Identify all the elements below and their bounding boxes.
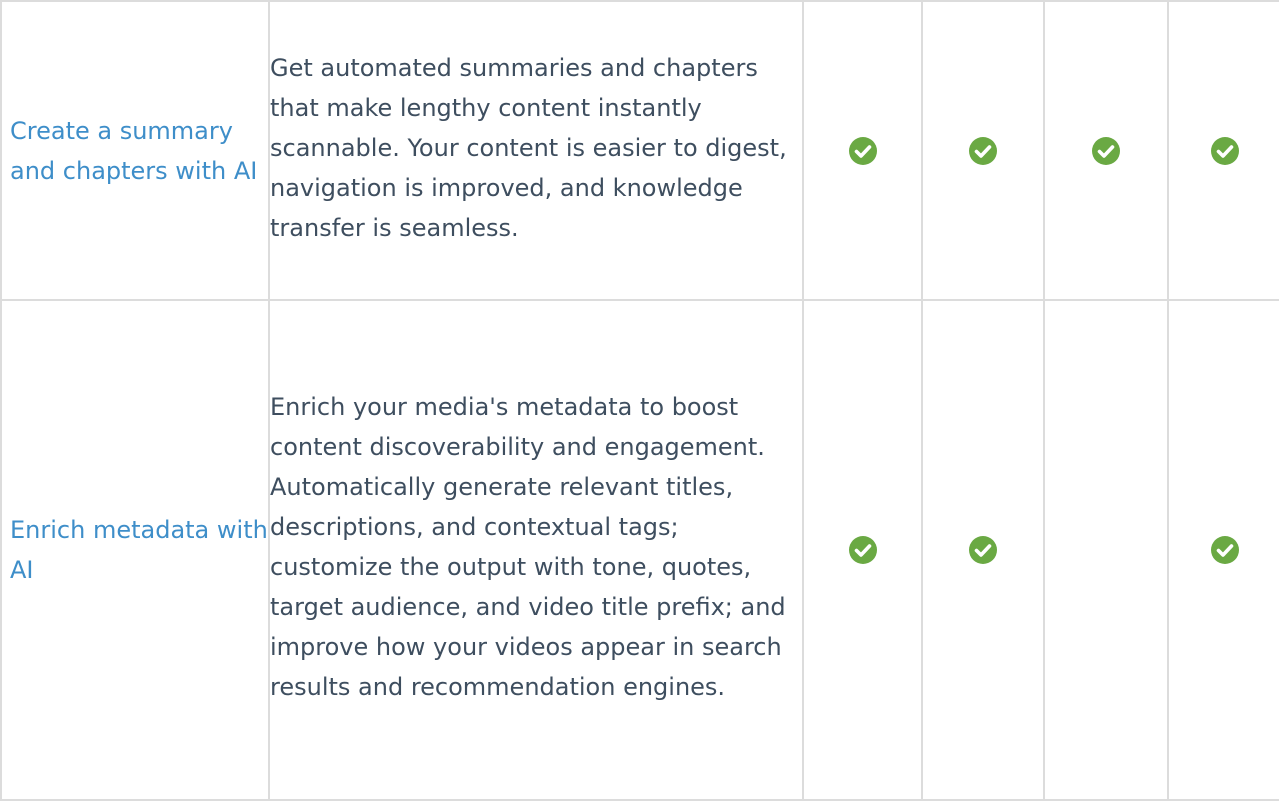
feature-cell: Enrich metadata with AI xyxy=(0,299,270,801)
check-circle-icon xyxy=(969,536,997,564)
table-row: Enrich metadata with AI Enrich your medi… xyxy=(0,299,1279,801)
check-circle-icon xyxy=(1210,136,1239,165)
table-row: Create a summary and chapters with AI Ge… xyxy=(0,0,1279,301)
check-circle-icon xyxy=(848,136,877,165)
feature-cell: Create a summary and chapters with AI xyxy=(0,0,270,301)
check-circle-icon xyxy=(969,136,997,165)
description-cell: Enrich your media's metadata to boost co… xyxy=(268,299,804,801)
description-cell: Get automated summaries and chapters tha… xyxy=(268,0,804,301)
check-circle-icon xyxy=(1210,536,1239,564)
feature-link-summary-chapters[interactable]: Create a summary and chapters with AI xyxy=(10,117,257,185)
feature-description: Get automated summaries and chapters tha… xyxy=(270,53,787,242)
feature-link-enrich-metadata[interactable]: Enrich metadata with AI xyxy=(10,516,268,584)
plan-cell-1 xyxy=(802,0,923,301)
plan-cell-2 xyxy=(921,299,1045,801)
feature-comparison-table: Create a summary and chapters with AI Ge… xyxy=(0,0,1279,801)
plan-cell-1 xyxy=(802,299,923,801)
plan-cell-4 xyxy=(1167,0,1279,301)
check-circle-icon xyxy=(1092,136,1120,165)
check-circle-icon xyxy=(848,536,877,564)
plan-cell-2 xyxy=(921,0,1045,301)
plan-cell-4 xyxy=(1167,299,1279,801)
plan-cell-3 xyxy=(1043,299,1169,801)
feature-description: Enrich your media's metadata to boost co… xyxy=(270,393,786,701)
plan-cell-3 xyxy=(1043,0,1169,301)
